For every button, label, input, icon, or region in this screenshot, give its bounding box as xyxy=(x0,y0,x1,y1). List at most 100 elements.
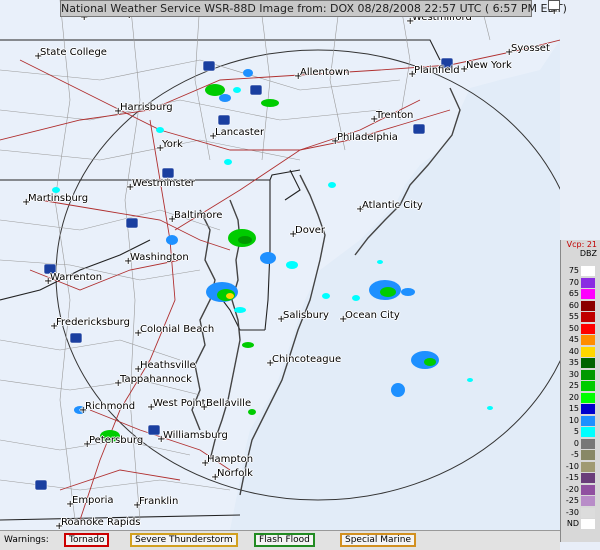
legend-swatch xyxy=(581,335,595,345)
city-label: Plainfield xyxy=(414,65,460,76)
legend-value: 70 xyxy=(568,277,579,287)
legend-swatch xyxy=(581,358,595,368)
city-label: Norfolk xyxy=(217,468,253,479)
city-label: Harrisburg xyxy=(120,102,173,113)
legend-value: -30 xyxy=(565,507,579,517)
legend-row: 25 xyxy=(561,381,600,391)
legend-value: 75 xyxy=(568,266,579,275)
legend-value: 25 xyxy=(568,381,579,390)
city-label: Philadelphia xyxy=(337,132,398,143)
legend-swatch xyxy=(581,461,595,472)
legend-row: -20 xyxy=(561,484,600,495)
legend-row: 65 xyxy=(561,289,600,299)
city-label: Fredericksburg xyxy=(56,317,130,328)
legend-value: -5 xyxy=(571,450,579,459)
special-marine-warning-button[interactable]: Special Marine xyxy=(340,533,417,547)
radar-viewer: +Williamsport+Westmilford+Bridgeport+Sta… xyxy=(0,0,600,550)
legend-value: 10 xyxy=(568,415,579,425)
legend-row: 35 xyxy=(561,358,600,368)
legend-swatch xyxy=(581,404,595,414)
legend-row: 15 xyxy=(561,404,600,414)
city-label: Emporia xyxy=(72,495,114,506)
legend-row: -25 xyxy=(561,496,600,506)
legend-swatch xyxy=(581,438,595,449)
legend-swatch xyxy=(581,484,595,495)
radar-map[interactable]: +Williamsport+Westmilford+Bridgeport+Sta… xyxy=(0,0,560,530)
legend-value: 65 xyxy=(568,289,579,298)
legend-swatch xyxy=(581,415,595,426)
city-label: Westminster xyxy=(132,178,195,189)
legend-row: 30 xyxy=(561,369,600,380)
legend-value: 0 xyxy=(573,438,579,448)
legend-row: 70 xyxy=(561,277,600,288)
legend-row: 0 xyxy=(561,438,600,449)
legend-row: 10 xyxy=(561,415,600,426)
city-label: Tappahannock xyxy=(120,374,192,385)
legend-swatch xyxy=(581,427,595,437)
legend-swatch xyxy=(581,369,595,380)
city-label: Colonial Beach xyxy=(140,324,215,335)
legend-row: -30 xyxy=(561,507,600,518)
city-label: Franklin xyxy=(139,496,179,507)
city-label: Dover xyxy=(295,225,325,236)
city-label: Washington xyxy=(130,252,189,263)
legend-swatch xyxy=(581,473,595,483)
legend-swatch xyxy=(581,346,595,357)
city-label: Salisbury xyxy=(283,310,329,321)
warnings-bar: Warnings: Tornado Severe Thunderstorm Fl… xyxy=(0,530,560,550)
city-label: Roanoke Rapids xyxy=(61,517,141,528)
legend-row: -15 xyxy=(561,473,600,483)
legend-row: 75 xyxy=(561,266,600,276)
legend-swatch xyxy=(581,289,595,299)
city-label: Chincoteague xyxy=(272,354,342,365)
city-label: York xyxy=(162,139,183,150)
legend-value: 15 xyxy=(568,404,579,413)
legend-value: -25 xyxy=(565,496,579,505)
legend-row: -5 xyxy=(561,450,600,460)
legend-swatch xyxy=(581,300,595,311)
legend-value: 50 xyxy=(568,323,579,333)
legend-swatch xyxy=(581,496,595,506)
legend-row: 40 xyxy=(561,346,600,357)
legend-swatch xyxy=(581,323,595,334)
legend-value: 30 xyxy=(568,369,579,379)
city-label: Warrenton xyxy=(50,272,103,283)
legend-row: 20 xyxy=(561,392,600,403)
legend-value: 40 xyxy=(568,346,579,356)
city-label: Williamsburg xyxy=(163,430,228,441)
radar-title: National Weather Service WSR-88D Image f… xyxy=(60,0,567,17)
legend-value: 5 xyxy=(573,427,579,436)
dbz-legend: Vcp: 21 DBZ 75 70 65 60 55 50 45 40 35 30 25 20 15 10… xyxy=(560,240,600,542)
city-label: Heathsville xyxy=(140,360,196,371)
city-label: Bellaville xyxy=(206,398,252,409)
legend-value: 35 xyxy=(568,358,579,367)
warnings-label: Warnings: xyxy=(4,535,49,545)
tornado-warning-button[interactable]: Tornado xyxy=(64,533,110,547)
legend-value: 45 xyxy=(568,335,579,344)
legend-value: 55 xyxy=(568,312,579,321)
legend-swatch xyxy=(581,312,595,322)
legend-swatch xyxy=(581,381,595,391)
severe-thunderstorm-warning-button[interactable]: Severe Thunderstorm xyxy=(130,533,238,547)
legend-value: 60 xyxy=(568,300,579,310)
map-graphics xyxy=(0,0,560,530)
city-label: Petersburg xyxy=(89,435,144,446)
legend-value: -20 xyxy=(565,484,579,494)
legend-row: -10 xyxy=(561,461,600,472)
legend-swatch xyxy=(581,266,595,276)
legend-swatch xyxy=(581,392,595,403)
city-label: Baltimore xyxy=(174,210,223,221)
legend-swatch xyxy=(581,519,595,529)
legend-value: ND xyxy=(566,519,579,528)
legend-row: 5 xyxy=(561,427,600,437)
city-label: Atlantic City xyxy=(362,200,423,211)
vcp-label: Vcp: 21 xyxy=(566,240,597,249)
city-label: Martinsburg xyxy=(28,193,89,204)
legend-value: -10 xyxy=(565,461,579,471)
legend-value: 20 xyxy=(568,392,579,402)
city-label: Ocean City xyxy=(345,310,400,321)
city-label: Lancaster xyxy=(215,127,265,138)
legend-row: 55 xyxy=(561,312,600,322)
legend-swatch xyxy=(581,277,595,288)
flash-flood-warning-button[interactable]: Flash Flood xyxy=(254,533,315,547)
